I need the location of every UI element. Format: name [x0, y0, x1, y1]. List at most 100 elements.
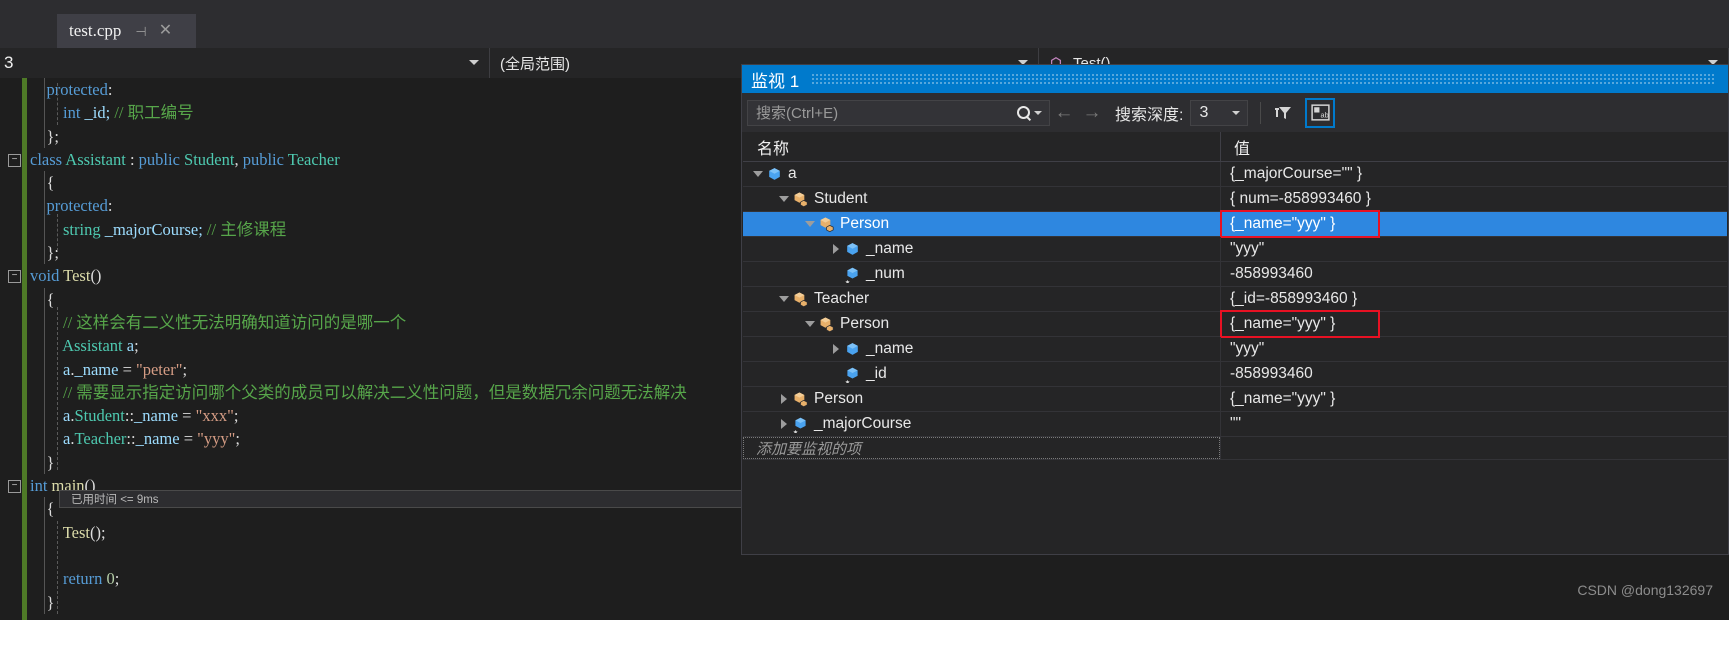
- collapse-toggle-icon[interactable]: −: [8, 153, 21, 167]
- row-name-cell[interactable]: _id: [743, 362, 1220, 386]
- column-splitter[interactable]: [1220, 132, 1221, 161]
- row-value-cell[interactable]: {_name="yyy" }: [1220, 210, 1727, 238]
- table-row[interactable]: _majorCourse "": [743, 412, 1727, 437]
- search-placeholder: 搜索(Ctrl+E): [756, 105, 839, 122]
- row-value-cell[interactable]: "yyy": [1220, 337, 1727, 361]
- table-row[interactable]: _name "yyy": [743, 337, 1727, 362]
- row-name-cell[interactable]: Person: [743, 387, 1220, 411]
- row-name-cell[interactable]: Person: [743, 312, 1220, 336]
- table-row[interactable]: Teacher {_id=-858993460 }: [743, 287, 1727, 312]
- expander-closed-icon[interactable]: [777, 412, 790, 436]
- row-value-cell[interactable]: -858993460: [1220, 262, 1727, 286]
- expander-closed-icon[interactable]: [829, 337, 842, 361]
- row-name-label: _id: [866, 365, 887, 382]
- code-token: // 主修课程: [206, 219, 287, 239]
- add-watch-value-cell[interactable]: [1220, 437, 1727, 459]
- collapse-toggle-icon[interactable]: −: [8, 480, 21, 494]
- code-line: protected:: [30, 194, 687, 217]
- elapsed-time-text: 已用时间 <= 9ms: [71, 494, 159, 506]
- chevron-down-icon[interactable]: [1034, 110, 1042, 115]
- row-value-text: "": [1230, 415, 1242, 432]
- table-row[interactable]: _num -858993460: [743, 262, 1727, 287]
- indent-guide: [57, 213, 58, 252]
- add-watch-row[interactable]: 添加要监视的项: [743, 437, 1727, 460]
- watch-variable-grid[interactable]: 名称 值 a {_majorCourse="" } Student { num=-85…: [743, 132, 1727, 554]
- expander-closed-icon[interactable]: [829, 237, 842, 261]
- title-grip: [811, 73, 1716, 85]
- code-line: // 这样会有二义性无法明确知道访问的是哪一个: [30, 311, 687, 334]
- row-name-label: Teacher: [814, 290, 870, 307]
- row-name-cell[interactable]: _name: [743, 337, 1220, 361]
- search-input[interactable]: 搜索(Ctrl+E): [747, 99, 1050, 126]
- code-token: {: [46, 173, 55, 193]
- row-name-cell[interactable]: Teacher: [743, 287, 1220, 311]
- row-value-cell[interactable]: "": [1220, 412, 1727, 436]
- code-line: {: [30, 288, 687, 311]
- row-value-cell[interactable]: {_name="yyy" }: [1220, 387, 1727, 411]
- table-row[interactable]: a {_majorCourse="" }: [743, 162, 1727, 187]
- code-token: ::: [126, 429, 136, 449]
- code-line: int _id; // 职工编号: [30, 101, 687, 124]
- collapse-toggle-icon[interactable]: −: [8, 270, 21, 284]
- table-row[interactable]: _id -858993460: [743, 362, 1727, 387]
- scope-dropdown-value: (全局范围): [500, 55, 570, 73]
- row-value-cell[interactable]: {_name="yyy" }: [1220, 310, 1727, 338]
- row-value-cell[interactable]: {_majorCourse="" }: [1220, 162, 1727, 186]
- search-prev-button[interactable]: ←: [1050, 100, 1078, 126]
- column-header-value[interactable]: 值: [1234, 135, 1250, 159]
- table-row[interactable]: Person {_name="yyy" }: [743, 387, 1727, 412]
- row-name-label: _name: [866, 240, 914, 257]
- expander-open-icon[interactable]: [751, 162, 764, 186]
- code-token: };: [46, 126, 60, 146]
- expander-open-icon[interactable]: [777, 187, 790, 211]
- expander-closed-icon[interactable]: [777, 387, 790, 411]
- code-line: };: [30, 125, 687, 148]
- project-dropdown[interactable]: 3: [0, 48, 490, 78]
- table-row[interactable]: Student { num=-858993460 }: [743, 187, 1727, 212]
- pin-icon[interactable]: ⊣: [135, 25, 146, 38]
- code-line: void Test(): [30, 264, 687, 287]
- tab-label: test.cpp: [69, 21, 122, 40]
- row-name-cell[interactable]: Student: [743, 187, 1220, 211]
- code-line: protected:: [30, 78, 687, 101]
- search-depth-stepper[interactable]: 3: [1190, 99, 1249, 126]
- chevron-down-icon[interactable]: [1232, 110, 1241, 115]
- code-token: return: [63, 569, 103, 589]
- row-name-cell[interactable]: _majorCourse: [743, 412, 1220, 436]
- row-name-cell[interactable]: a: [743, 162, 1220, 186]
- column-header-name[interactable]: 名称: [757, 135, 1224, 159]
- row-value-cell[interactable]: "yyy": [1220, 237, 1727, 261]
- table-row[interactable]: Person {_name="yyy" }: [743, 310, 1727, 338]
- tab-test-cpp[interactable]: test.cpp ⊣ ✕: [57, 14, 196, 48]
- row-value-cell[interactable]: -858993460: [1220, 362, 1727, 386]
- indent-guide: [44, 171, 45, 265]
- hex-display-icon[interactable]: ab: [1305, 97, 1336, 128]
- change-gutter-indicator: [22, 78, 27, 620]
- watch-title-bar[interactable]: 监视 1: [742, 65, 1728, 93]
- row-name-cell[interactable]: Person: [743, 212, 1220, 236]
- filter-icon[interactable]: [1271, 100, 1297, 126]
- table-row[interactable]: _name "yyy": [743, 237, 1727, 262]
- add-watch-name-cell[interactable]: 添加要监视的项: [743, 437, 1220, 459]
- code-token: :: [107, 80, 113, 99]
- code-token: 0: [106, 569, 115, 589]
- row-name-cell[interactable]: _num: [743, 262, 1220, 286]
- row-value-cell[interactable]: { num=-858993460 }: [1220, 187, 1727, 211]
- table-row[interactable]: Person {_name="yyy" }: [743, 210, 1727, 238]
- row-value-cell[interactable]: {_id=-858993460 }: [1220, 287, 1727, 311]
- search-icon[interactable]: [1016, 105, 1032, 121]
- code-line: Test();: [30, 521, 687, 544]
- row-name-cell[interactable]: _name: [743, 237, 1220, 261]
- expander-open-icon[interactable]: [803, 212, 816, 236]
- code-token: Teacher: [74, 429, 127, 449]
- search-next-button[interactable]: →: [1078, 100, 1106, 126]
- row-value-text: {_id=-858993460 }: [1230, 290, 1358, 307]
- code-line: a.Teacher::_name = "yyy";: [30, 427, 687, 450]
- watch-window: 监视 1 搜索(Ctrl+E) ← → 搜索深度: 3 ab 名称 值 a {_…: [741, 64, 1729, 555]
- row-value-text: {_majorCourse="" }: [1230, 165, 1363, 182]
- close-icon[interactable]: ✕: [159, 23, 172, 39]
- grid-body[interactable]: a {_majorCourse="" } Student { num=-8589934…: [743, 162, 1727, 437]
- expander-open-icon[interactable]: [777, 287, 790, 311]
- row-value-text: { num=-858993460 }: [1230, 190, 1371, 207]
- expander-open-icon[interactable]: [803, 312, 816, 336]
